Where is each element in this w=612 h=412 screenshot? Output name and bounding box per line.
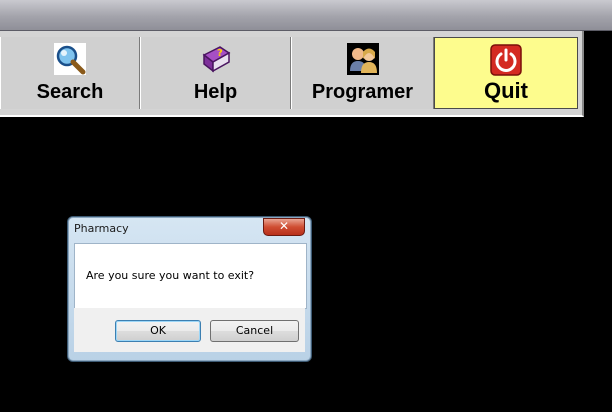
help-button[interactable]: ? Help (140, 37, 291, 109)
ok-button[interactable]: OK (115, 320, 201, 342)
search-button-label: Search (36, 81, 104, 103)
quit-button-label: Quit (484, 78, 528, 103)
programer-button-label: Programer (311, 81, 414, 103)
power-icon (490, 44, 522, 76)
search-icon (54, 43, 86, 75)
main-toolbar: Search ? Help Programer Quit (0, 31, 584, 117)
svg-text:?: ? (217, 48, 223, 59)
programer-button[interactable]: Programer (291, 37, 434, 109)
cancel-button[interactable]: Cancel (210, 320, 299, 342)
dialog-title: Pharmacy (74, 222, 129, 235)
help-button-label: Help (193, 81, 238, 103)
users-icon (346, 43, 379, 75)
search-button[interactable]: Search (0, 37, 140, 109)
window-title-bar (0, 0, 612, 31)
dialog-message: Are you sure you want to exit? (86, 269, 255, 282)
exit-confirm-dialog: Pharmacy ✕ Are you sure you want to exit… (67, 216, 312, 362)
quit-button[interactable]: Quit (434, 37, 578, 109)
help-book-icon: ? (202, 46, 230, 73)
close-button[interactable]: ✕ (263, 218, 305, 236)
dialog-body: Are you sure you want to exit? (74, 243, 307, 309)
dialog-footer: OK Cancel (74, 308, 305, 352)
